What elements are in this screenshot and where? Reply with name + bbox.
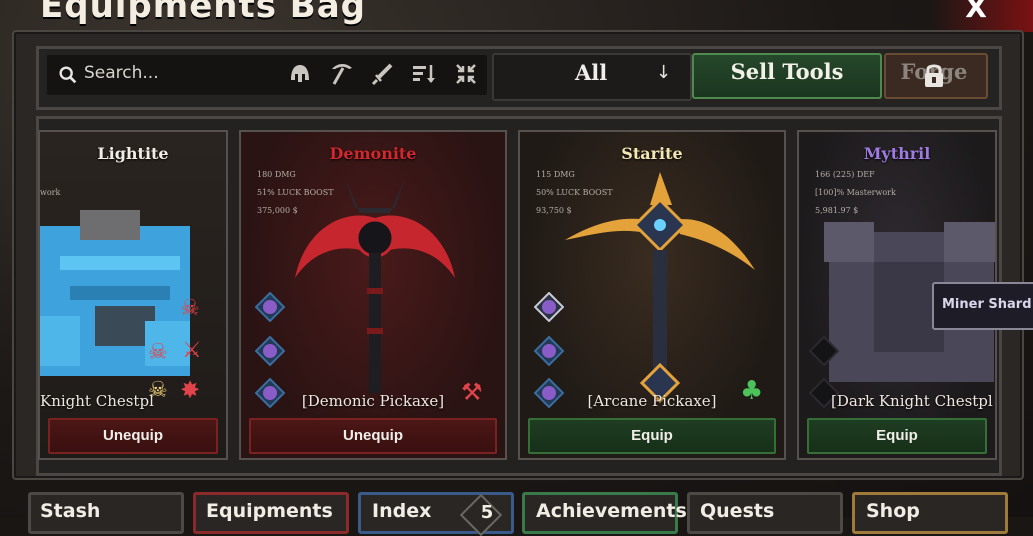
tab-label: Shop — [866, 500, 920, 522]
tab-label: Stash — [40, 500, 101, 522]
sell-tools-label: Sell Tools — [730, 59, 844, 84]
demonic-pickaxe-image — [295, 178, 455, 393]
sort-icon[interactable] — [410, 60, 438, 88]
tab-label: Quests — [700, 500, 775, 522]
sword-icon: ⚔ — [182, 338, 202, 363]
item-name: Knight Chestpl — [40, 392, 154, 410]
card-rarity: Starite — [621, 144, 683, 163]
card-stat: [100]% Masterwork — [815, 188, 896, 197]
search-icon — [59, 66, 77, 84]
gem-slot-icon — [255, 336, 285, 366]
gem-slot-icon — [255, 292, 285, 322]
unequip-button[interactable]: Unequip — [249, 418, 497, 454]
tooltip-text: Miner Shard [T — [942, 297, 1033, 312]
item-name: [Arcane Pickaxe] — [587, 392, 717, 410]
tab-label: Equipments — [206, 500, 333, 522]
equipment-card[interactable]: Lightite work ☠ ☠ ⚔ ☠ ✸ Knight Chestpl U… — [38, 130, 228, 460]
chevron-down-icon: ↓ — [656, 62, 672, 83]
helmet-icon[interactable] — [286, 60, 314, 88]
item-name: [Dark Knight Chestpl — [831, 392, 993, 410]
window-title: Equipments Bag — [40, 0, 366, 26]
equip-button[interactable]: Equip — [528, 418, 776, 454]
item-name: [Demonic Pickaxe] — [301, 392, 445, 410]
arcane-pickaxe-image — [565, 172, 755, 404]
card-rarity: Demonite — [329, 144, 417, 163]
collapse-icon[interactable] — [452, 60, 480, 88]
skull-icon: ☠ — [148, 340, 168, 365]
close-button[interactable]: X — [958, 0, 994, 28]
unequip-button[interactable]: Unequip — [48, 418, 218, 454]
tab-label: Achievements — [536, 500, 687, 522]
sword-icon[interactable] — [369, 60, 397, 88]
equip-button[interactable]: Equip — [807, 418, 987, 454]
card-rarity: Mythril — [863, 144, 931, 163]
equipment-card[interactable]: Demonite 180 DMG 51% LUCK BOOST 375,000 … — [239, 130, 507, 460]
skull-icon: ☠ — [180, 296, 200, 321]
index-badge-count: 5 — [480, 502, 494, 523]
gem-slot-icon — [534, 336, 564, 366]
lock-icon — [925, 64, 943, 87]
dropdown-value: All — [575, 60, 608, 85]
card-rarity: Lightite — [97, 144, 169, 163]
empty-gem-slot-icon — [809, 336, 839, 366]
gem-slot-icon — [534, 292, 564, 322]
search-placeholder: Search... — [84, 63, 159, 83]
card-stat: 166 (225) DEF — [815, 170, 875, 179]
equipment-card[interactable]: Starite 115 DMG 50% LUCK BOOST 93,750 $ … — [518, 130, 786, 460]
pickaxe-icon[interactable] — [328, 60, 356, 88]
tab-label: Index — [372, 500, 432, 522]
